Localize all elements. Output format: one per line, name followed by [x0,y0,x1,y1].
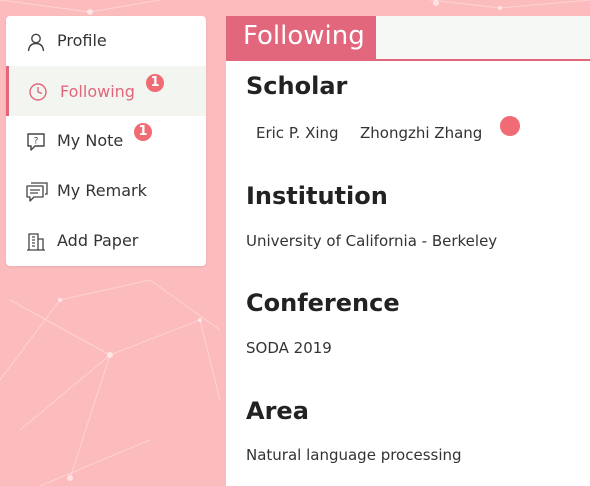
user-icon [26,32,46,52]
float-dot-icon[interactable] [500,116,520,136]
sidebar-item-profile[interactable]: Profile [6,16,206,66]
institution-value[interactable]: University of California - Berkeley [246,232,497,250]
comment-icon [26,182,48,202]
panel-header: Following [226,16,590,61]
sidebar-item-label: My Note [57,131,124,150]
scholar-link[interactable]: Zhongzhi Zhang [360,124,482,142]
building-icon [26,232,46,252]
svg-text:?: ? [34,137,39,147]
sidebar-item-my-note[interactable]: ? My Note 1 [6,116,206,166]
tab-following[interactable]: Following [226,16,376,59]
sidebar-item-following[interactable]: Following 1 [6,66,206,116]
sidebar-menu: Profile Following 1 ? My Note 1 My Remar… [6,16,206,266]
conference-value[interactable]: SODA 2019 [246,339,332,357]
sidebar-item-add-paper[interactable]: Add Paper [6,216,206,266]
following-panel: Following Scholar Eric P. Xing Zhongzhi … [226,16,590,486]
section-title-area: Area [246,397,309,425]
sidebar-item-label: My Remark [57,181,147,200]
area-value[interactable]: Natural language processing [246,446,462,464]
sidebar-item-label: Following [60,82,135,101]
section-title-conference: Conference [246,289,400,317]
notification-badge: 1 [146,74,164,92]
notification-badge: 1 [134,123,152,141]
sidebar-item-label: Add Paper [57,231,139,250]
clock-icon [28,82,48,102]
active-indicator [6,66,9,116]
sidebar-item-label: Profile [57,31,107,50]
section-title-scholar: Scholar [246,72,348,100]
scholar-link[interactable]: Eric P. Xing [256,124,339,142]
note-icon: ? [26,132,46,152]
sidebar-item-my-remark[interactable]: My Remark [6,166,206,216]
section-title-institution: Institution [246,182,388,210]
